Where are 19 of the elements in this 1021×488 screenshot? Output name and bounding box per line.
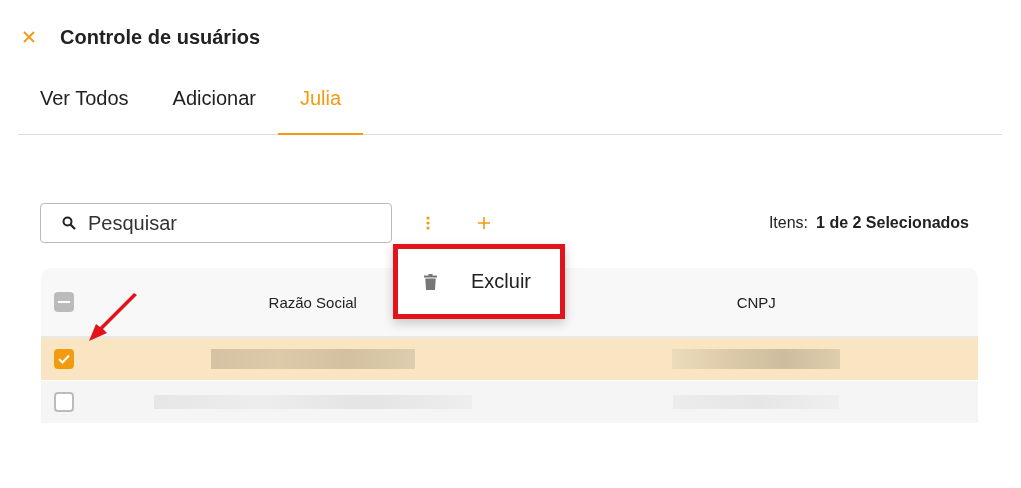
search-field[interactable]: Pesquisar: [40, 203, 392, 243]
tab[interactable]: Ver Todos: [18, 79, 151, 135]
row-checkbox[interactable]: [54, 392, 74, 412]
column-header: Razão Social: [268, 293, 357, 311]
more-vertical-icon: [426, 216, 430, 230]
column-header: CNPJ: [736, 293, 776, 311]
trash-icon: [424, 273, 437, 290]
close-icon: [22, 30, 36, 44]
items-label: Itens:: [768, 214, 809, 232]
annotation-arrow: [87, 293, 139, 343]
selection-count: 1 de 2 Selecionados: [816, 214, 969, 232]
table-row[interactable]: [41, 338, 978, 381]
tab[interactable]: Adicionar: [150, 79, 278, 135]
plus-icon: [478, 217, 490, 229]
window-title: Controle de usuários: [60, 25, 261, 49]
checkmark-icon: [58, 354, 70, 364]
row-checkbox[interactable]: [54, 349, 74, 369]
menu-item[interactable]: Excluir: [398, 249, 560, 314]
select-all-checkbox[interactable]: [54, 292, 74, 312]
